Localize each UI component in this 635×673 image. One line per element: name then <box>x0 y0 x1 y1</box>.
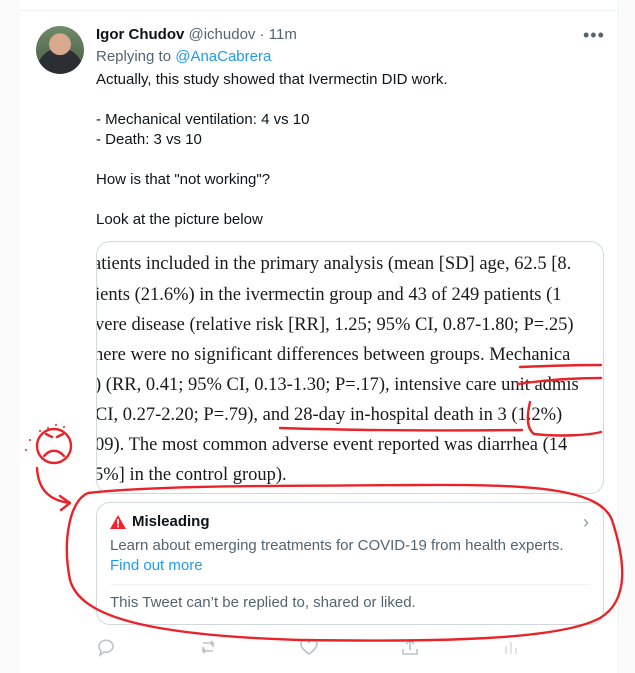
replying-to-mention[interactable]: @AnaCabrera <box>175 48 271 65</box>
image-text-line: atients included in the primary analysis… <box>96 254 572 274</box>
retweet-icon[interactable] <box>199 637 219 657</box>
replying-to-label: Replying to <box>96 48 172 65</box>
image-text-line: vere disease (relative risk [RR], 1.25; … <box>96 315 574 335</box>
action-bar <box>96 637 526 657</box>
separator-dot: · <box>259 26 265 43</box>
notice-header: Misleading <box>110 513 210 530</box>
tweet-text-line: - Mechanical ventilation: 4 vs 10 <box>96 111 310 128</box>
analytics-icon[interactable] <box>501 637 521 657</box>
tweet-text-line: Actually, this study showed that Ivermec… <box>96 71 448 88</box>
tweet-text-line: Look at the picture below <box>96 211 263 228</box>
like-icon[interactable] <box>299 637 319 657</box>
tweet-header: Igor Chudov @ichudov · 11m <box>96 25 297 45</box>
notice-divider <box>110 584 590 585</box>
image-text-line: ) (RR, 0.41; 95% CI, 0.13-1.30; P=.17), … <box>96 375 579 395</box>
attached-image[interactable]: atients included in the primary analysis… <box>96 241 604 494</box>
chevron-right-icon[interactable]: › <box>583 512 589 533</box>
reply-icon[interactable] <box>96 637 116 657</box>
left-gutter <box>0 0 21 673</box>
replying-to: Replying to @AnaCabrera <box>96 48 271 65</box>
share-icon[interactable] <box>400 637 420 657</box>
image-text-line: here were no significant differences bet… <box>96 345 571 365</box>
more-options-icon[interactable]: ••• <box>583 25 605 46</box>
avatar[interactable] <box>36 26 84 74</box>
notice-title: Misleading <box>132 513 210 530</box>
tweet-text-line: How is that "not working"? <box>96 171 271 188</box>
image-text-line: ients (21.6%) in the ivermectin group an… <box>96 285 562 305</box>
warning-icon <box>110 514 126 529</box>
tweet-divider <box>20 10 618 11</box>
notice-text: Learn about emerging treatments for COVI… <box>110 537 564 554</box>
image-text-line: CI, 0.27-2.20; P=.79), and 28-day in-hos… <box>96 405 563 425</box>
find-out-more-link[interactable]: Find out more <box>110 557 203 574</box>
author-handle[interactable]: @ichudov <box>189 26 256 43</box>
author-name[interactable]: Igor Chudov <box>96 26 184 43</box>
image-text-line: 5%] in the control group). <box>96 465 287 485</box>
timestamp[interactable]: 11m <box>269 26 297 43</box>
image-text-line: 09). The most common adverse event repor… <box>96 435 568 455</box>
tweet-text-line: - Death: 3 vs 10 <box>96 131 202 148</box>
tweet-body: Actually, this study showed that Ivermec… <box>96 70 596 230</box>
restriction-text: This Tweet can’t be replied to, shared o… <box>110 594 416 611</box>
misleading-notice[interactable]: Misleading › Learn about emerging treatm… <box>96 502 604 625</box>
right-gutter <box>618 0 635 673</box>
